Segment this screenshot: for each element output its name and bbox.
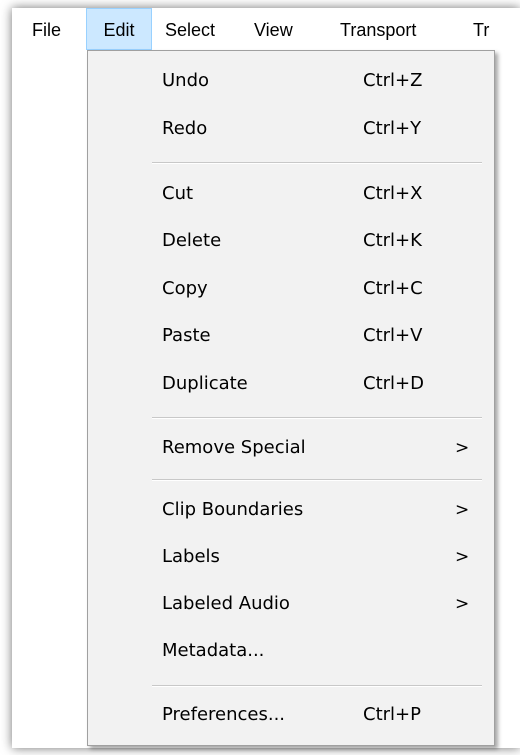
menu-item-redo[interactable]: Redo Ctrl+Y (88, 106, 494, 152)
menu-item-label: Preferences... (162, 704, 286, 725)
menu-separator (152, 685, 482, 687)
menu-item-label: Remove Special (162, 437, 306, 458)
menu-item-paste[interactable]: Paste Ctrl+V (88, 313, 494, 359)
menu-file[interactable]: File (32, 8, 61, 50)
menu-separator (152, 479, 482, 481)
menu-item-duplicate[interactable]: Duplicate Ctrl+D (88, 361, 494, 407)
menu-item-shortcut: Ctrl+K (363, 230, 422, 251)
chevron-right-icon: > (455, 547, 470, 567)
edit-menu-dropdown: Undo Ctrl+Z Redo Ctrl+Y Cut Ctrl+X Delet… (87, 50, 495, 746)
menu-tracks-truncated[interactable]: Tr (473, 8, 489, 50)
menu-item-shortcut: Ctrl+Z (363, 70, 423, 91)
menu-item-copy[interactable]: Copy Ctrl+C (88, 266, 494, 312)
menu-transport[interactable]: Transport (340, 8, 416, 50)
menu-item-labels[interactable]: Labels > (88, 534, 494, 580)
menu-item-shortcut: Ctrl+P (363, 704, 421, 725)
menu-item-clip-boundaries[interactable]: Clip Boundaries > (88, 487, 494, 533)
menu-item-shortcut: Ctrl+C (363, 278, 423, 299)
menu-item-label: Undo (162, 70, 210, 91)
menu-item-label: Clip Boundaries (162, 499, 304, 520)
content-area (12, 50, 88, 748)
menu-item-remove-special[interactable]: Remove Special > (88, 425, 494, 471)
menu-item-label: Paste (162, 325, 211, 346)
chevron-right-icon: > (455, 438, 470, 458)
menu-item-label: Cut (162, 183, 194, 204)
menu-item-labeled-audio[interactable]: Labeled Audio > (88, 581, 494, 627)
menu-item-shortcut: Ctrl+X (363, 183, 423, 204)
menu-item-shortcut: Ctrl+D (363, 373, 424, 394)
menu-item-label: Labeled Audio (162, 593, 290, 614)
menu-item-shortcut: Ctrl+V (363, 325, 423, 346)
menu-item-label: Labels (162, 546, 220, 567)
menu-item-metadata[interactable]: Metadata... (88, 628, 494, 674)
menu-separator (152, 417, 482, 419)
menu-item-preferences[interactable]: Preferences... Ctrl+P (88, 692, 494, 738)
menu-item-cut[interactable]: Cut Ctrl+X (88, 171, 494, 217)
menu-item-label: Copy (162, 278, 208, 299)
menu-separator (152, 162, 482, 164)
menu-edit[interactable]: Edit (86, 8, 152, 50)
menu-item-label: Redo (162, 118, 208, 139)
menu-item-label: Delete (162, 230, 222, 251)
menu-select[interactable]: Select (165, 8, 215, 50)
menu-item-undo[interactable]: Undo Ctrl+Z (88, 58, 494, 104)
menu-item-shortcut: Ctrl+Y (363, 118, 422, 139)
menu-item-label: Duplicate (162, 373, 248, 394)
menu-item-label: Metadata... (162, 640, 265, 661)
chevron-right-icon: > (455, 594, 470, 614)
menu-bar: File Edit Select View Transport Tr (12, 8, 520, 50)
chevron-right-icon: > (455, 500, 470, 520)
menu-item-delete[interactable]: Delete Ctrl+K (88, 218, 494, 264)
menu-view[interactable]: View (254, 8, 293, 50)
